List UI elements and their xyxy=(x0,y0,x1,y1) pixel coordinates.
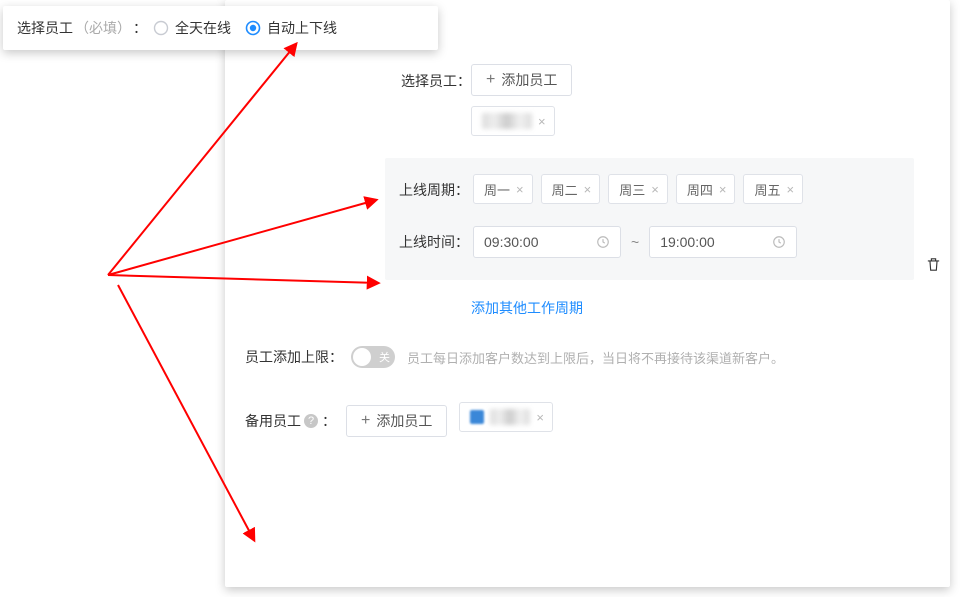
backup-label: 备用员工 xyxy=(245,411,301,431)
employee-select-label: 选择员工： xyxy=(385,64,471,91)
radio-unchecked-icon xyxy=(153,20,169,36)
limit-row: 员工添加上限： 关 员工每日添加客户数达到上限后，当日将不再接待该渠道新客户。 xyxy=(225,346,950,368)
radio-auto-online[interactable]: 自动上下线 xyxy=(245,18,337,38)
backup-name-redacted xyxy=(490,409,530,425)
avatar xyxy=(470,410,484,424)
radio-all-online[interactable]: 全天在线 xyxy=(153,18,231,38)
cycle-tags: 周一× 周二× 周三× 周四× 周五× xyxy=(469,174,811,212)
delete-schedule-button[interactable] xyxy=(925,256,942,276)
mode-ribbon: 选择员工 （必填） ： 全天在线 自动上下线 xyxy=(3,6,438,50)
backup-employee-tag[interactable]: × xyxy=(459,402,553,432)
close-icon[interactable]: × xyxy=(516,182,524,197)
clock-icon xyxy=(772,235,786,249)
time-label: 上线时间： xyxy=(397,232,469,252)
limit-hint: 员工每日添加客户数达到上限后，当日将不再接待该渠道新客户。 xyxy=(407,348,784,367)
employee-tag[interactable]: × xyxy=(471,106,555,136)
day-tag[interactable]: 周三× xyxy=(608,174,668,204)
switch-off-label: 关 xyxy=(379,349,390,365)
add-period-link[interactable]: 添加其他工作周期 xyxy=(471,298,950,318)
ribbon-label: 选择员工 xyxy=(17,18,73,38)
employee-name-redacted xyxy=(482,113,532,129)
close-icon[interactable]: × xyxy=(651,182,659,197)
radio-checked-icon xyxy=(245,20,261,36)
backup-colon: ： xyxy=(322,411,336,431)
schedule-block: 上线周期： 周一× 周二× 周三× 周四× 周五× 上线时间： 09:30:00… xyxy=(385,158,914,280)
settings-panel: 选择员工： + 添加员工 × 上线周期： 周一× 周二× 周三× 周四× 周 xyxy=(225,0,950,587)
help-icon[interactable]: ? xyxy=(304,414,318,428)
close-icon[interactable]: × xyxy=(719,182,727,197)
close-icon[interactable]: × xyxy=(584,182,592,197)
switch-knob xyxy=(353,348,371,366)
time-separator: ~ xyxy=(631,234,639,250)
radio-all-online-label: 全天在线 xyxy=(175,18,231,38)
add-backup-label: 添加员工 xyxy=(376,411,432,431)
cycle-label: 上线周期： xyxy=(397,174,469,200)
start-time-input[interactable]: 09:30:00 xyxy=(473,226,621,258)
end-time-input[interactable]: 19:00:00 xyxy=(649,226,797,258)
day-tag[interactable]: 周二× xyxy=(541,174,601,204)
ribbon-required: （必填） xyxy=(75,18,131,38)
day-tag[interactable]: 周五× xyxy=(743,174,803,204)
add-employee-label: 添加员工 xyxy=(501,70,557,90)
backup-row: 备用员工 ? ： + 添加员工 × xyxy=(225,402,950,440)
add-employee-button[interactable]: + 添加员工 xyxy=(471,64,572,96)
trash-icon xyxy=(925,256,942,273)
day-tag[interactable]: 周一× xyxy=(473,174,533,204)
add-backup-button[interactable]: + 添加员工 xyxy=(346,405,447,437)
close-icon[interactable]: × xyxy=(786,182,794,197)
limit-label: 员工添加上限： xyxy=(245,347,343,367)
start-time-value: 09:30:00 xyxy=(484,234,539,250)
radio-auto-online-label: 自动上下线 xyxy=(267,18,337,38)
day-tag[interactable]: 周四× xyxy=(676,174,736,204)
clock-icon xyxy=(596,235,610,249)
limit-switch[interactable]: 关 xyxy=(351,346,395,368)
plus-icon: + xyxy=(361,412,370,430)
close-icon[interactable]: × xyxy=(538,114,546,129)
end-time-value: 19:00:00 xyxy=(660,234,715,250)
close-icon[interactable]: × xyxy=(536,410,544,425)
ribbon-colon: ： xyxy=(133,18,147,38)
plus-icon: + xyxy=(486,71,495,89)
